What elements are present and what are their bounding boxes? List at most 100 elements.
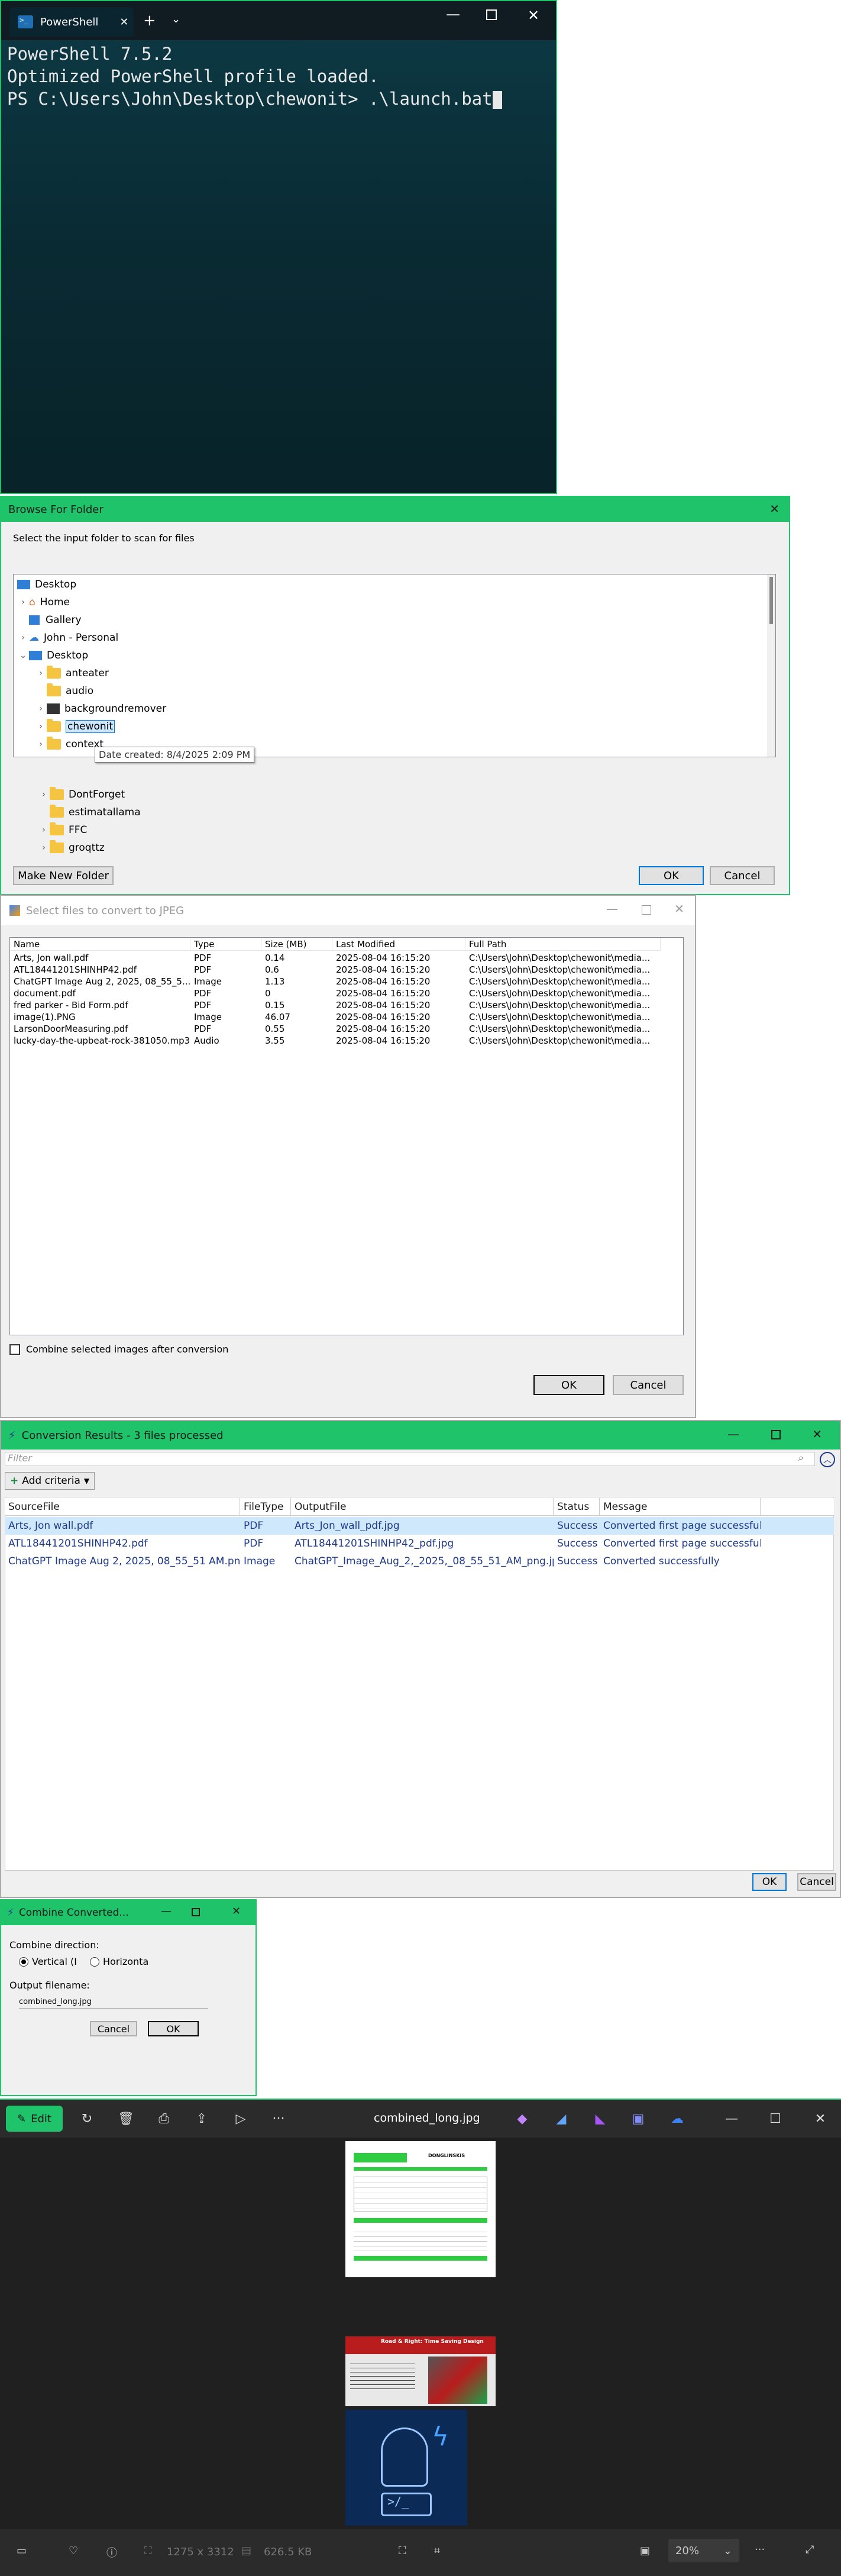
- tree-item[interactable]: › anteater: [35, 664, 109, 682]
- fit-icon[interactable]: ⛶: [399, 2545, 406, 2557]
- powershell-icon: [18, 15, 33, 28]
- copilot-icon[interactable]: ◆: [507, 2104, 537, 2133]
- scrollbar[interactable]: [767, 574, 775, 757]
- tree-item[interactable]: › ⌂ Home: [17, 593, 70, 611]
- add-criteria-button[interactable]: + Add criteria ▼: [5, 1472, 95, 1490]
- combine-checkbox[interactable]: [9, 1344, 20, 1355]
- column-header[interactable]: Status: [554, 1498, 600, 1515]
- column-header[interactable]: OutputFile: [291, 1498, 554, 1515]
- file-row[interactable]: document.pdf PDF 0 2025-08-04 16:15:20 C:\Us…: [10, 987, 661, 999]
- tree-item[interactable]: › backgroundremover: [35, 700, 166, 718]
- minimize-icon[interactable]: —: [727, 1427, 739, 1441]
- tree-item[interactable]: › ☁ John - Personal: [17, 629, 118, 647]
- file-row[interactable]: LarsonDoorMeasuring.pdf PDF 0.55 2025-08-04…: [10, 1023, 661, 1035]
- folder-tree[interactable]: Desktop › ⌂ Home Gallery › ☁ John - Personal…: [13, 574, 776, 757]
- minimize-icon[interactable]: —: [717, 2104, 746, 2133]
- tree-item[interactable]: Desktop: [17, 576, 76, 593]
- filter-input[interactable]: Filter: [5, 1452, 815, 1466]
- result-row[interactable]: Arts, Jon wall.pdf PDF Arts_Jon_wall_pdf.j…: [5, 1517, 834, 1535]
- minimize-icon[interactable]: —: [446, 6, 460, 22]
- column-header[interactable]: Size (MB): [261, 938, 332, 950]
- cancel-button[interactable]: Cancel: [90, 2021, 137, 2036]
- file-row[interactable]: lucky-day-the-upbeat-rock-381050.mp3 Audi…: [10, 1035, 661, 1047]
- maximize-icon[interactable]: ☐: [761, 2104, 790, 2133]
- column-header[interactable]: SourceFile: [5, 1498, 240, 1515]
- more-icon[interactable]: ···: [264, 2104, 293, 2133]
- fullscreen-icon[interactable]: ⤢: [806, 2543, 814, 2556]
- ok-button[interactable]: OK: [533, 1375, 604, 1395]
- favorite-icon[interactable]: ♡: [69, 2545, 78, 2557]
- delete-icon[interactable]: 🗑: [111, 2104, 141, 2133]
- output-filename-field[interactable]: combined_long.jpg: [19, 1995, 208, 2009]
- close-tab-icon[interactable]: ✕: [119, 16, 128, 28]
- column-header[interactable]: Full Path: [465, 938, 661, 950]
- result-row[interactable]: ATL18441201SHINHP42.pdf PDF ATL18441201SHI…: [5, 1535, 834, 1552]
- column-header[interactable]: FileType: [240, 1498, 291, 1515]
- close-icon[interactable]: ✕: [528, 7, 539, 24]
- horizontal-radio[interactable]: Horizonta: [90, 1956, 148, 1967]
- column-header[interactable]: Last Modified: [332, 938, 465, 950]
- column-header[interactable]: Type: [190, 938, 261, 950]
- close-icon[interactable]: ✕: [806, 2104, 835, 2133]
- slideshow-icon[interactable]: ▷: [226, 2104, 255, 2133]
- collapse-icon[interactable]: ︿: [820, 1452, 835, 1467]
- ok-button[interactable]: OK: [639, 866, 704, 885]
- close-icon[interactable]: ✕: [232, 1905, 241, 1918]
- column-header[interactable]: Message: [600, 1498, 761, 1515]
- clipchamp-icon[interactable]: ◣: [586, 2104, 615, 2133]
- tree-item[interactable]: audio: [35, 682, 93, 700]
- crop-icon[interactable]: ⌗: [434, 2545, 440, 2557]
- image-canvas[interactable]: DONGLINSKIS Road & Right: Time Saving De…: [345, 2141, 496, 2526]
- tree-item[interactable]: › context: [35, 735, 103, 753]
- close-icon[interactable]: ✕: [674, 902, 684, 916]
- file-row[interactable]: ChatGPT Image Aug 2, 2025, 08_55_5... Ima…: [10, 976, 661, 987]
- zoom-dropdown[interactable]: 20% ⌄: [668, 2539, 739, 2562]
- terminal-output[interactable]: PowerShell 7.5.2 Optimized PowerShell pro…: [7, 43, 502, 110]
- tree-item-selected[interactable]: › chewonit: [35, 718, 115, 735]
- column-header[interactable]: Name: [10, 938, 190, 950]
- file-row[interactable]: Arts, Jon wall.pdf PDF 0.14 2025-08-04 16:1…: [10, 952, 661, 964]
- file-list[interactable]: Name Type Size (MB) Last Modified Full P…: [9, 937, 684, 1335]
- vertical-radio[interactable]: Vertical (I: [19, 1956, 77, 1967]
- rotate-icon[interactable]: ↻: [72, 2104, 102, 2133]
- share-icon[interactable]: ⇪: [187, 2104, 216, 2133]
- terminal-tab[interactable]: PowerShell ✕: [9, 7, 134, 37]
- ok-button[interactable]: OK: [148, 2021, 199, 2036]
- chevron-down-icon[interactable]: ⌄: [172, 13, 180, 25]
- close-icon[interactable]: ✕: [769, 502, 779, 516]
- cancel-button[interactable]: Cancel: [710, 866, 775, 885]
- maximize-icon[interactable]: [486, 9, 497, 20]
- print-icon[interactable]: ⎙: [149, 2104, 179, 2133]
- file-row[interactable]: fred parker - Bid Form.pdf PDF 0.15 2025-08…: [10, 999, 661, 1011]
- tree-item[interactable]: ⌄ Desktop: [17, 647, 88, 664]
- tree-item[interactable]: › FFC: [38, 821, 87, 839]
- info-icon[interactable]: ⓘ: [106, 2545, 117, 2560]
- close-icon[interactable]: ✕: [812, 1427, 822, 1441]
- file-row[interactable]: ATL18441201SHINHP42.pdf PDF 0.6 2025-08-04 …: [10, 964, 661, 976]
- file-row[interactable]: image(1).PNG Image 46.07 2025-08-04 16:15:2…: [10, 1011, 661, 1023]
- filmstrip-icon[interactable]: ▭: [17, 2545, 27, 2557]
- more-icon[interactable]: ···: [755, 2543, 765, 2556]
- ok-button[interactable]: OK: [752, 1873, 787, 1891]
- tree-item[interactable]: estimatallama: [38, 803, 141, 821]
- result-row[interactable]: ChatGPT Image Aug 2, 2025, 08_55_51 AM.p…: [5, 1552, 834, 1570]
- maximize-icon[interactable]: [642, 905, 651, 915]
- tree-item[interactable]: Gallery: [17, 611, 82, 629]
- designer-icon[interactable]: ◢: [546, 2104, 576, 2133]
- minimize-icon[interactable]: —: [606, 902, 618, 916]
- maximize-icon[interactable]: [771, 1430, 781, 1439]
- photo-app-icon[interactable]: ▣: [623, 2104, 653, 2133]
- cancel-button[interactable]: Cancel: [613, 1375, 684, 1395]
- make-new-folder-button[interactable]: Make New Folder: [13, 866, 114, 885]
- actual-size-icon[interactable]: ▣: [640, 2545, 650, 2557]
- edit-button[interactable]: ✎ Edit: [6, 2106, 63, 2132]
- onedrive-icon[interactable]: ☁: [662, 2104, 692, 2133]
- banner-image: Road & Right: Time Saving Design: [345, 2336, 496, 2406]
- maximize-icon[interactable]: [192, 1908, 200, 1916]
- tree-item[interactable]: › DontForget: [38, 786, 125, 803]
- cancel-button[interactable]: Cancel: [797, 1873, 836, 1891]
- tree-item[interactable]: › groqttz: [38, 839, 105, 857]
- search-icon[interactable]: ⌕: [798, 1452, 804, 1464]
- minimize-icon[interactable]: —: [161, 1905, 172, 1918]
- new-tab-icon[interactable]: +: [143, 12, 156, 30]
